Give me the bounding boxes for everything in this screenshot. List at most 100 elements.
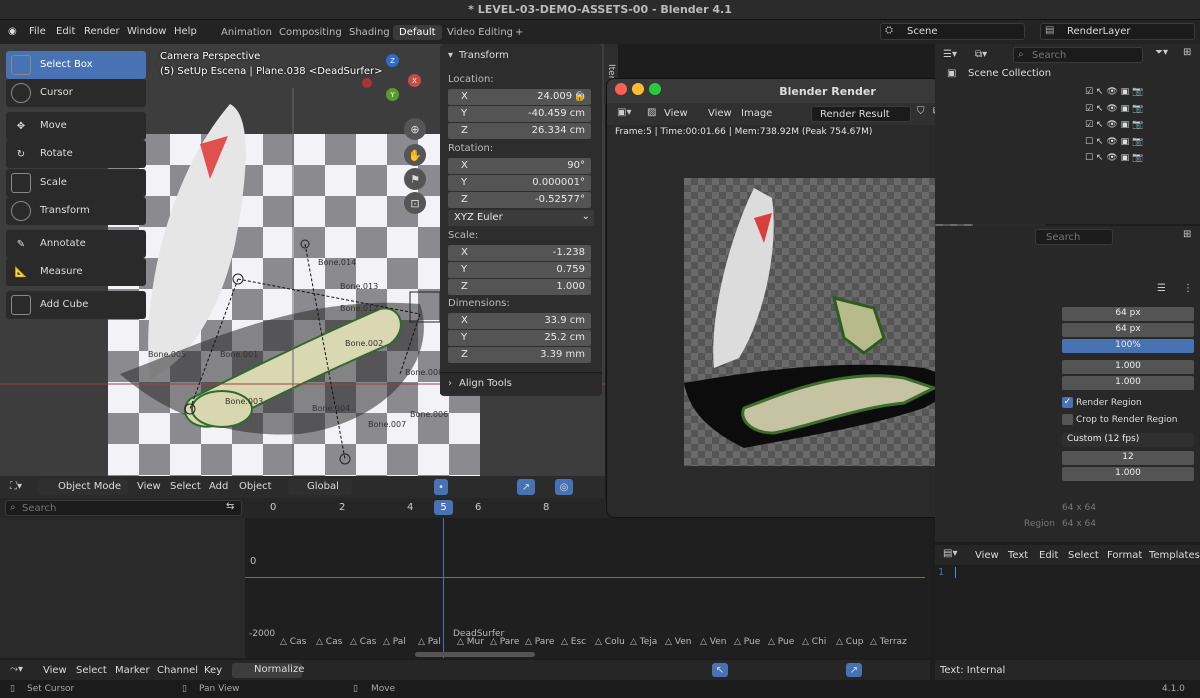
resolution-percentage-field[interactable]: 100% bbox=[1062, 339, 1194, 353]
timeline-marker[interactable]: △ Chi bbox=[802, 637, 826, 647]
tool-measure[interactable]: 📐 Measure bbox=[6, 258, 146, 286]
timeline-marker[interactable]: △ Pue bbox=[734, 637, 760, 647]
menu-view[interactable]: View bbox=[137, 481, 161, 492]
timeline-marker[interactable]: △ Cup bbox=[836, 637, 863, 647]
menu-select[interactable]: Select bbox=[170, 481, 201, 492]
aspect-x-field[interactable]: 1.000 bbox=[1062, 360, 1194, 374]
tab-shading[interactable]: Shading bbox=[343, 25, 396, 40]
menu-channel[interactable]: Channel bbox=[157, 665, 198, 676]
blender-logo-icon[interactable]: ◉ bbox=[8, 26, 17, 37]
render-slot-select[interactable]: Render Result bbox=[811, 106, 911, 122]
tab-compositing[interactable]: Compositing bbox=[273, 25, 348, 40]
rotation-mode-select[interactable]: XYZ Euler ⌄ bbox=[448, 210, 594, 226]
lock-icon[interactable]: ⊡ bbox=[404, 192, 426, 214]
cursor-select-icon[interactable]: ↖ bbox=[712, 663, 728, 677]
camera-icon[interactable]: ⚑ bbox=[404, 168, 426, 190]
add-workspace-button[interactable]: + bbox=[509, 25, 529, 40]
close-button[interactable] bbox=[615, 83, 627, 95]
pin-icon[interactable]: ⊞ bbox=[1183, 229, 1191, 240]
rotation-x-field[interactable]: X 90° bbox=[448, 158, 591, 174]
maximize-button[interactable] bbox=[649, 83, 661, 95]
timeline-marker[interactable]: △ Ven bbox=[700, 637, 726, 647]
menu-format[interactable]: Format bbox=[1107, 550, 1142, 561]
mode-select[interactable]: Object Mode bbox=[38, 479, 128, 495]
menu-render[interactable]: Render bbox=[84, 26, 120, 37]
editor-type-icon[interactable]: ▣▾ bbox=[617, 107, 631, 118]
scale-x-field[interactable]: X -1.238 bbox=[448, 245, 591, 261]
timeline-marker[interactable]: △ Teja bbox=[630, 637, 657, 647]
timeline-marker[interactable]: △ Ven bbox=[665, 637, 691, 647]
editor-type-icon[interactable]: ▤▾ bbox=[943, 548, 957, 559]
tool-annotate[interactable]: ✎ Annotate bbox=[6, 230, 146, 258]
channel-search-input[interactable]: ⌕ Search bbox=[5, 500, 242, 516]
filter-icon[interactable]: ⏷▾ bbox=[1155, 47, 1168, 58]
resolution-x-field[interactable]: 64 px bbox=[1062, 307, 1194, 321]
tool-move[interactable]: ✥ Move bbox=[6, 112, 146, 140]
properties-search-input[interactable]: Search bbox=[1035, 229, 1113, 245]
timeline-marker[interactable]: △ Esc bbox=[561, 637, 586, 647]
fake-user-icon[interactable]: ⛉ bbox=[917, 106, 925, 117]
timeline-marker[interactable]: △ Cas bbox=[316, 637, 342, 647]
editor-type-icon[interactable]: ⛶▾ bbox=[10, 481, 22, 492]
menu-add[interactable]: Add bbox=[209, 481, 228, 492]
horizontal-scrollbar[interactable] bbox=[415, 652, 535, 657]
timeline-marker[interactable]: △ Pal bbox=[383, 637, 406, 647]
current-frame-indicator[interactable]: 5 bbox=[434, 500, 453, 515]
gizmo-y-axis[interactable]: Y bbox=[386, 88, 399, 101]
timeline-marker[interactable]: △ Pare bbox=[525, 637, 554, 647]
rotation-z-field[interactable]: Z -0.52577° bbox=[448, 192, 591, 208]
restriction-toggles[interactable]: ☑ ↖ 👁 ▣ 📷 ☑ ↖ 👁 ▣ 📷 ☑ ↖ 👁 ▣ 📷 ☐ ↖ 👁 ▣ 📷 ☐ ↖ … bbox=[1085, 84, 1195, 164]
tool-cursor[interactable]: Cursor bbox=[6, 79, 146, 107]
minimize-button[interactable] bbox=[632, 83, 644, 95]
editor-type-icon[interactable]: ☰▾ bbox=[943, 49, 957, 60]
tool-add-cube[interactable]: Add Cube bbox=[6, 291, 146, 319]
editor-type-icon[interactable]: ⤳▾ bbox=[10, 664, 23, 675]
overlay-icon[interactable]: ↗ bbox=[846, 663, 862, 677]
menu-file[interactable]: File bbox=[29, 26, 46, 37]
dimensions-x-field[interactable]: X 33.9 cm bbox=[448, 313, 591, 329]
menu-view[interactable]: View bbox=[43, 665, 67, 676]
timeline-marker[interactable]: △ Terraz bbox=[870, 637, 907, 647]
menu-templates[interactable]: Templates bbox=[1149, 550, 1200, 561]
scale-y-field[interactable]: Y 0.759 bbox=[448, 262, 591, 278]
display-mode-icon[interactable]: ⧉▾ bbox=[975, 49, 987, 60]
overlay-icon[interactable]: ↗ bbox=[517, 479, 535, 495]
menu-view[interactable]: View bbox=[975, 550, 999, 561]
list-icon[interactable]: ☰ bbox=[1157, 283, 1166, 294]
options-icon[interactable]: ⋮ bbox=[1183, 283, 1193, 294]
timeline-marker[interactable]: △ Pal bbox=[418, 637, 441, 647]
tab-default[interactable]: Default bbox=[393, 25, 442, 40]
menu-select[interactable]: Select bbox=[76, 665, 107, 676]
menu-view[interactable]: View bbox=[664, 108, 688, 119]
view-layer-selector[interactable]: RenderLayer ▤ bbox=[1040, 23, 1195, 40]
pan-hand-icon[interactable]: ✋ bbox=[404, 144, 426, 166]
tool-select-box[interactable]: Select Box bbox=[6, 51, 146, 79]
dimensions-z-field[interactable]: Z 3.39 mm bbox=[448, 347, 591, 363]
menu-view-2[interactable]: View bbox=[708, 108, 732, 119]
aspect-y-field[interactable]: 1.000 bbox=[1062, 376, 1194, 390]
timeline-marker[interactable]: △ Colu bbox=[595, 637, 625, 647]
menu-key[interactable]: Key bbox=[204, 665, 222, 676]
timeline-marker[interactable]: △ Mur bbox=[457, 637, 484, 647]
timeline-marker[interactable]: △ Cas bbox=[350, 637, 376, 647]
snap-icon[interactable]: • bbox=[434, 479, 448, 495]
fps-field[interactable]: 12 bbox=[1062, 451, 1194, 465]
render-result-image[interactable] bbox=[684, 178, 973, 466]
align-tools-header[interactable]: › Align Tools bbox=[440, 372, 602, 394]
gizmo-neg-x[interactable] bbox=[362, 78, 372, 88]
tab-animation[interactable]: Animation bbox=[215, 25, 278, 40]
menu-window[interactable]: Window bbox=[127, 26, 166, 37]
menu-image[interactable]: Image bbox=[741, 108, 772, 119]
normalize-toggle[interactable]: Normalize bbox=[232, 663, 304, 678]
lock-icon[interactable]: 🔓 bbox=[574, 92, 585, 102]
location-y-field[interactable]: Y -40.459 cm bbox=[448, 106, 591, 122]
zoom-icon[interactable]: ⊕ bbox=[404, 118, 426, 140]
resolution-y-field[interactable]: 64 px bbox=[1062, 323, 1194, 337]
timeline-marker[interactable]: △ Pare bbox=[490, 637, 519, 647]
outliner-search-input[interactable]: ⌕ Search bbox=[1013, 47, 1143, 63]
location-z-field[interactable]: Z 26.334 cm bbox=[448, 123, 591, 139]
menu-edit[interactable]: Edit bbox=[56, 26, 75, 37]
tool-scale[interactable]: Scale bbox=[6, 169, 146, 197]
gizmo-z-axis[interactable]: Z bbox=[386, 54, 399, 67]
location-x-field[interactable]: X 24.009 m bbox=[448, 89, 591, 105]
